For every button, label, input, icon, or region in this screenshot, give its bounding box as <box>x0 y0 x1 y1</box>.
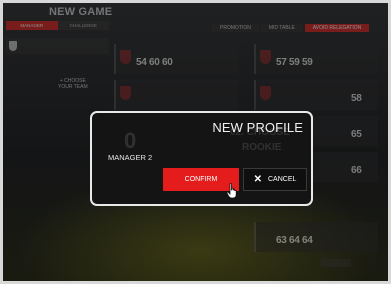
confirm-button-label: CONFIRM <box>184 176 218 183</box>
team-stats: 57 59 59 <box>276 57 313 68</box>
tab-mid-table[interactable]: MID TABLE <box>260 24 303 32</box>
choose-team-button[interactable]: + CHOOSE YOUR TEAM <box>58 78 88 90</box>
new-profile-dialog: 0 02. CHOOSE ROOKIE NEW PROFILE MANAGER … <box>90 111 313 206</box>
team-stats: 63 64 64 <box>276 235 313 246</box>
manager-name-label: MANAGER 2 <box>108 153 153 162</box>
tab-manager[interactable]: MANAGER <box>6 21 58 30</box>
background-subheading: ROOKIE <box>242 142 282 153</box>
close-icon: ✕ <box>253 173 262 185</box>
dialog-title: NEW PROFILE <box>212 120 303 135</box>
team-badge-icon <box>260 50 271 64</box>
team-card[interactable]: 54 60 60 <box>114 44 238 74</box>
bottom-right-button[interactable] <box>321 259 351 267</box>
team-card[interactable]: 57 59 59 <box>254 44 378 74</box>
tab-challenge[interactable]: CHALLENGE <box>57 21 109 30</box>
game-screen: NEW GAME MANAGER CHALLENGE + CHOOSE YOUR… <box>0 0 391 284</box>
tab-avoid-relegation[interactable]: AVOID RELEGATION <box>304 24 370 32</box>
cancel-button[interactable]: ✕ CANCEL <box>243 168 307 191</box>
team-crest-icon <box>9 41 17 51</box>
team-badge-icon <box>260 86 271 100</box>
team-stats: 66 <box>351 165 362 176</box>
team-stats: 58 <box>351 93 362 104</box>
team-badge-icon <box>120 86 131 100</box>
page-title: NEW GAME <box>49 6 113 18</box>
team-card[interactable]: 63 64 64 <box>254 222 378 252</box>
left-tabs: MANAGER CHALLENGE <box>6 21 109 30</box>
tab-promotion[interactable]: PROMOTION <box>212 24 259 32</box>
team-row[interactable] <box>6 38 109 54</box>
team-badge-icon <box>120 50 131 64</box>
team-stats: 54 60 60 <box>136 57 173 68</box>
team-stats: 65 <box>351 129 362 140</box>
difficulty-tabs: PROMOTION MID TABLE AVOID RELEGATION <box>212 24 370 32</box>
cancel-button-label: CANCEL <box>267 176 297 183</box>
team-card[interactable]: 58 <box>254 80 378 110</box>
team-card[interactable] <box>114 80 238 110</box>
background-number: 0 <box>124 128 137 153</box>
hand-pointer-icon <box>226 183 237 199</box>
